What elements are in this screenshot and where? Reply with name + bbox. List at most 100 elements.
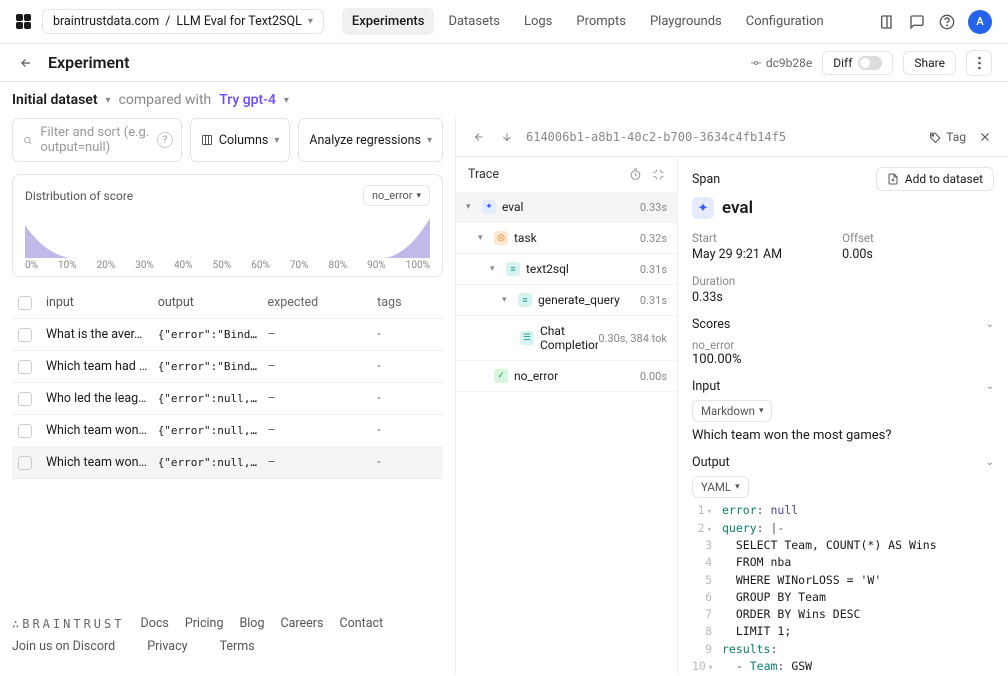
tick: 80% [329,260,348,271]
span-heading: Span [692,172,720,187]
chevron-down-icon: ▾ [416,191,421,201]
trace-row[interactable]: ▾≡text2sql0.31s [456,254,677,285]
trace-type-icon: ≡ [506,262,520,276]
tick: 30% [135,260,154,271]
footer-link[interactable]: Terms [220,639,255,654]
nav-logs[interactable]: Logs [514,8,562,35]
tick: 70% [290,260,309,271]
breadcrumb-sep: / [165,14,170,29]
chart-metric-select[interactable]: no_error▾ [363,185,430,206]
header-right: A [878,10,992,34]
app-header: braintrustdata.com / LLM Eval for Text2S… [0,0,1008,44]
duration-label: Duration [692,274,735,288]
tick: 10% [58,260,77,271]
input-format-select[interactable]: Markdown▾ [692,400,772,422]
book-icon[interactable] [878,13,896,31]
breadcrumb[interactable]: braintrustdata.com / LLM Eval for Text2S… [42,9,324,34]
code-line: 10▾ - Team: GSW [692,658,994,674]
start-value: May 29 9:21 AM [692,247,782,262]
chart-title: Distribution of score [25,189,133,203]
nav-prompts[interactable]: Prompts [566,8,636,35]
cell-expected: – [267,391,377,406]
share-button[interactable]: Share [903,51,956,75]
select-all-checkbox[interactable] [18,296,32,310]
cell-expected: – [267,423,377,438]
chevron-down-icon: ▾ [502,295,512,305]
trace-row[interactable]: ▾◎task0.32s [456,223,677,254]
tag-button[interactable]: Tag [929,130,966,144]
titlebar: Experiment dc9b28e Diff Share [0,44,1008,82]
nav-experiments[interactable]: Experiments [342,8,435,35]
col-tags[interactable]: tags [377,295,437,310]
close-button[interactable] [976,128,994,146]
trace-row[interactable]: ▾≡generate_query0.31s [456,285,677,316]
help-icon[interactable] [938,13,956,31]
next-span-button[interactable] [498,128,516,146]
commit-ref[interactable]: dc9b28e [750,56,812,70]
chevron-down-icon[interactable]: ⌄ [986,457,994,468]
footer-link[interactable]: Privacy [147,639,187,654]
table-row[interactable]: Who led the leag…{"error":null,"…–- [12,383,443,415]
prev-span-button[interactable] [470,128,488,146]
trace-row[interactable]: ▾✦eval0.33s [456,192,677,223]
footer-link[interactable]: Blog [239,616,264,631]
timer-icon[interactable] [629,168,642,181]
trace-row[interactable]: ✓no_error0.00s [456,361,677,392]
cell-input: Which team had … [46,359,158,374]
row-checkbox[interactable] [18,456,32,470]
nav-configuration[interactable]: Configuration [736,8,834,35]
footer-link[interactable]: Join us on Discord [12,639,115,654]
output-format-select[interactable]: YAML▾ [692,476,749,498]
chevron-down-icon[interactable]: ⌄ [986,381,994,392]
tick: 100% [406,260,430,271]
row-checkbox[interactable] [18,392,32,406]
code-line: 6 GROUP BY Team [692,589,994,606]
info-icon[interactable]: ? [157,132,173,148]
table-row[interactable]: Which team won …{"error":null,"…–- [12,447,443,479]
nav-datasets[interactable]: Datasets [438,8,510,35]
row-checkbox[interactable] [18,328,32,342]
table-row[interactable]: Which team had …{"error":"Binde…–- [12,351,443,383]
row-checkbox[interactable] [18,360,32,374]
chart-svg [25,210,430,258]
trace-row[interactable]: ☰Chat Completion0.30s, 384 tok [456,316,677,361]
analyze-button[interactable]: Analyze regressions ▾ [298,118,443,162]
chevron-down-icon[interactable]: ⌄ [986,319,994,330]
trace-label: task [514,231,537,245]
avatar[interactable]: A [968,10,992,34]
compare-target[interactable]: Try gpt-4 [219,92,276,108]
trace-time: 0.32s [640,232,667,245]
dots-icon [978,56,981,70]
plus-file-icon [887,173,899,185]
page-title: Experiment [48,53,129,72]
tick: 40% [174,260,193,271]
row-checkbox[interactable] [18,424,32,438]
columns-button[interactable]: Columns ▾ [190,118,291,162]
collapse-icon[interactable] [652,168,665,181]
trace-list: ▾✦eval0.33s▾◎task0.32s▾≡text2sql0.31s▾≡g… [456,192,677,674]
chat-icon[interactable] [908,13,926,31]
col-output[interactable]: output [158,295,268,310]
footer-link[interactable]: Docs [140,616,168,631]
diff-toggle[interactable]: Diff [822,51,893,75]
table-row[interactable]: What is the aver…{"error":"Binde…–- [12,319,443,351]
filter-row: Filter and sort (e.g. output=null) ? Col… [12,118,443,174]
code-line: 8 LIMIT 1; [692,623,994,640]
footer-link[interactable]: Pricing [185,616,224,631]
search-input[interactable]: Filter and sort (e.g. output=null) ? [12,118,182,162]
back-button[interactable] [16,53,36,73]
input-text: Which team won the most games? [692,428,994,443]
trace-time: 0.31s [640,263,667,276]
trace-type-icon: ≡ [518,293,532,307]
footer-link[interactable]: Careers [280,616,323,631]
footer-link[interactable]: Contact [339,616,383,631]
add-to-dataset-button[interactable]: Add to dataset [876,167,994,191]
nav-playgrounds[interactable]: Playgrounds [640,8,732,35]
header-left: braintrustdata.com / LLM Eval for Text2S… [16,8,834,35]
col-input[interactable]: input [46,295,158,310]
compared-label: compared with [119,92,212,108]
table-row[interactable]: Which team won …{"error":null,"…–- [12,415,443,447]
dataset-name[interactable]: Initial dataset [12,92,98,108]
more-button[interactable] [966,50,992,76]
col-expected[interactable]: expected [267,295,377,310]
